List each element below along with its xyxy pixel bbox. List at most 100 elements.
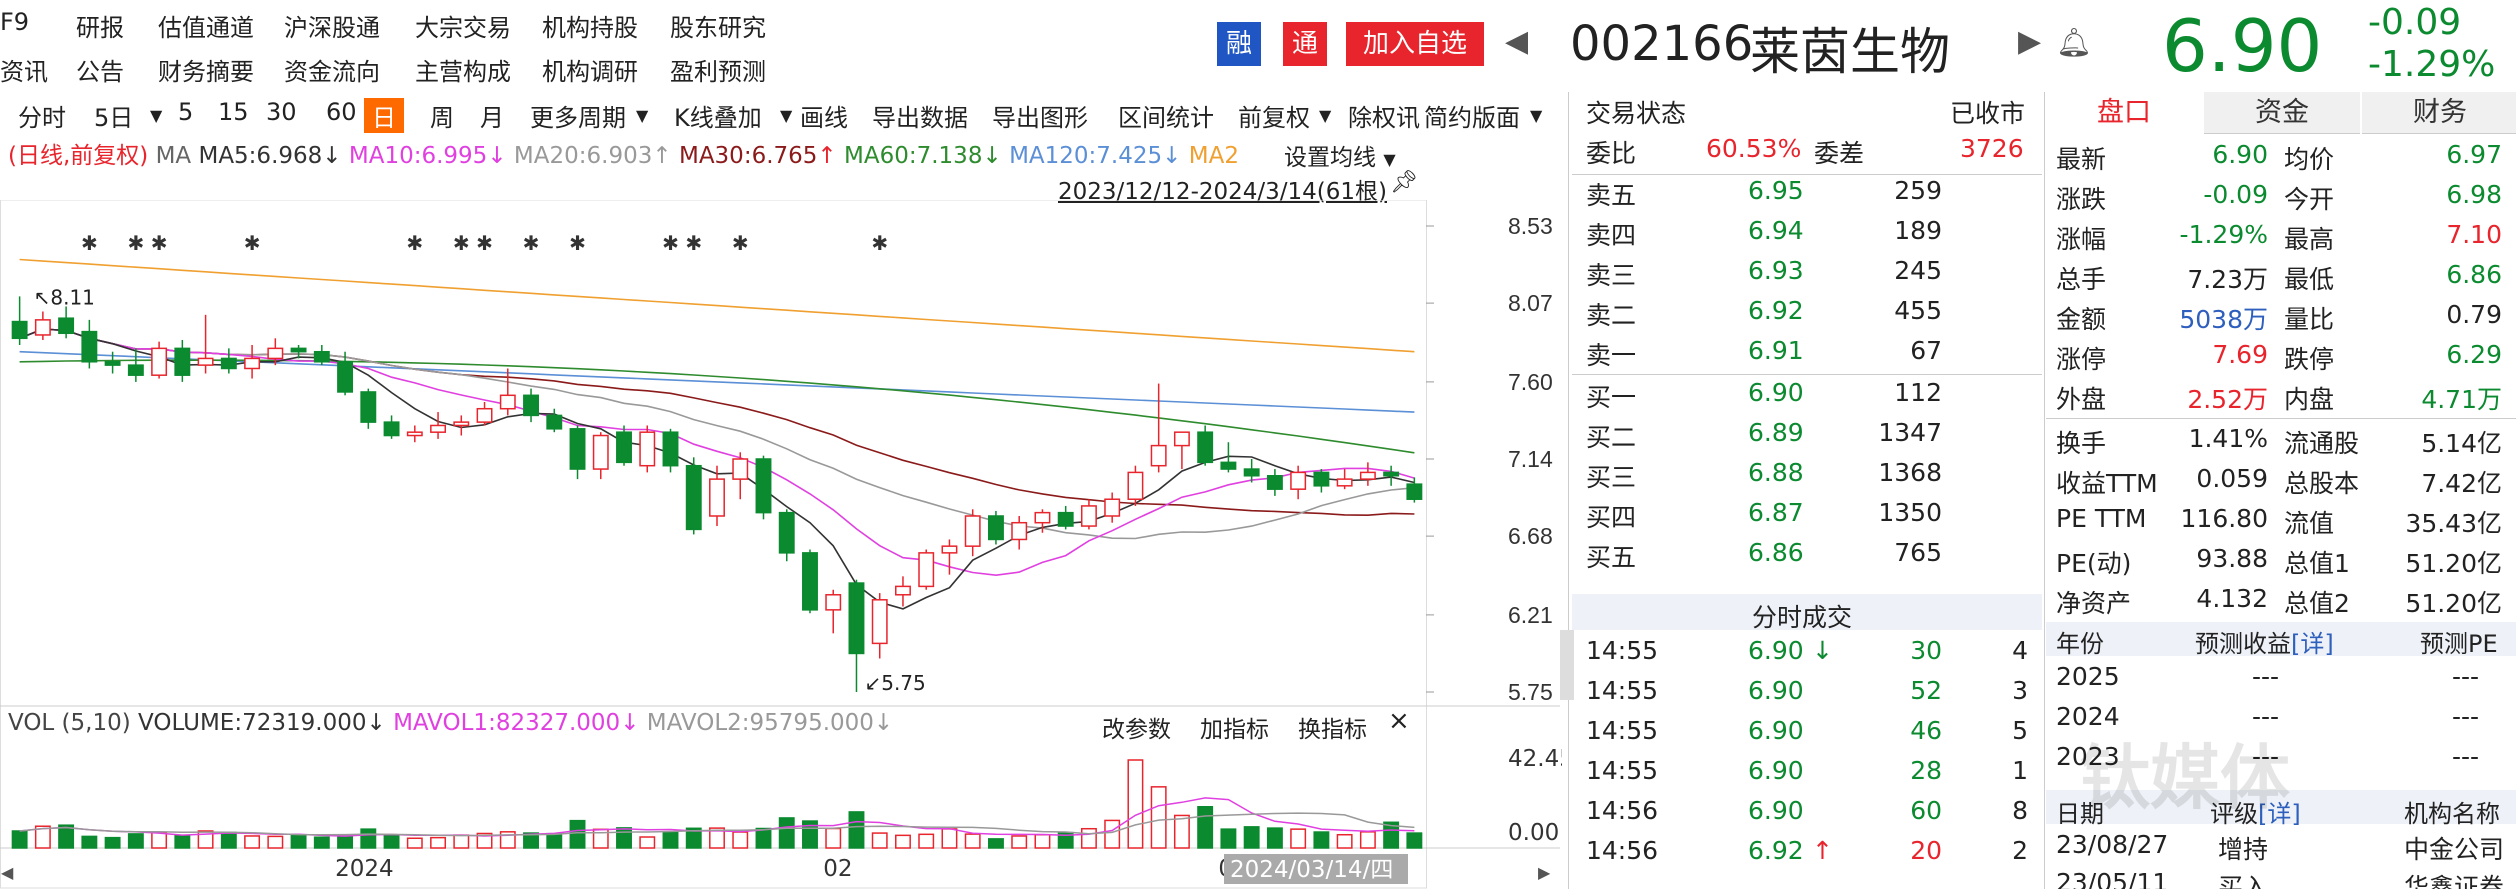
top-menu-item[interactable]: 研报 xyxy=(76,8,124,43)
top-menu-item[interactable]: 公告 xyxy=(76,52,124,87)
toolbar-item[interactable]: 5 xyxy=(178,98,193,126)
buy-row-label: 买二 xyxy=(1586,423,1637,452)
toolbar-item[interactable]: 导出数据 xyxy=(872,98,968,133)
next-stock-icon[interactable]: ▶ xyxy=(2018,24,2041,59)
margin-tag[interactable]: 融 xyxy=(1217,22,1261,66)
quote-value: 1.41% xyxy=(2188,424,2268,453)
volume-bar xyxy=(151,831,168,849)
tick-volume: 46 xyxy=(1910,716,1942,745)
buy-row-price[interactable]: 6.87 xyxy=(1748,498,1804,527)
tick-time: 14:56 xyxy=(1586,836,1659,865)
buy-row-volume: 112 xyxy=(1894,378,1942,407)
price-tick-label: 7.14 xyxy=(1508,446,1553,472)
switch-indicator-button[interactable]: 换指标 xyxy=(1298,710,1367,744)
collapse-handle[interactable] xyxy=(1560,630,1574,700)
candlestick-chart[interactable]: 8.538.077.607.146.686.215.75✱ ✱ ✱ ✱ ✱ ✱ ✱ ✱ ✱ ✱ ✱ ✱… xyxy=(0,200,1562,889)
quote-label: 流通股 xyxy=(2284,429,2360,458)
top-menu-item[interactable]: 资讯 xyxy=(0,52,48,87)
quote-label: 量比 xyxy=(2284,305,2335,334)
edit-params-button[interactable]: 改参数 xyxy=(1102,710,1171,744)
candle-body xyxy=(11,320,28,340)
buy-row-price[interactable]: 6.89 xyxy=(1748,418,1804,447)
toolbar-item[interactable]: 30 xyxy=(266,98,297,126)
toolbar-item[interactable]: 导出图形 xyxy=(992,98,1088,133)
toolbar-item[interactable]: 简约版面 xyxy=(1424,98,1520,133)
toolbar-item[interactable]: 除权讯 xyxy=(1348,98,1420,133)
volume-tick-label: 0.00 xyxy=(1508,820,1559,846)
top-menu-item[interactable]: 股东研究 xyxy=(670,8,766,43)
top-menu-item[interactable]: 机构调研 xyxy=(542,52,638,87)
candle-body xyxy=(1034,511,1051,524)
top-menu-item[interactable]: 资金流向 xyxy=(284,52,380,87)
top-menu-item[interactable]: 估值通道 xyxy=(158,8,254,43)
add-indicator-button[interactable]: 加指标 xyxy=(1200,710,1269,744)
tab-funds[interactable]: 资金 xyxy=(2204,92,2360,134)
commission-diff-label: 委差 xyxy=(1814,139,1865,168)
toolbar-item[interactable]: 画线 xyxy=(800,98,848,133)
toolbar-item[interactable]: 月 xyxy=(480,98,504,133)
tick-count: 1 xyxy=(2012,756,2028,785)
bell-icon[interactable]: 🔔︎ xyxy=(2056,26,2092,59)
candle-body xyxy=(987,515,1004,541)
connect-tag[interactable]: 通 xyxy=(1283,22,1327,66)
add-watchlist-button[interactable]: 加入自选 xyxy=(1346,22,1484,66)
volume-bar xyxy=(825,827,842,849)
quote-label: 今开 xyxy=(2284,185,2335,214)
toolbar-item[interactable]: K线叠加 xyxy=(674,98,762,133)
top-menu-item[interactable]: 机构持股 xyxy=(542,8,638,43)
toolbar-item[interactable]: 区间统计 xyxy=(1118,98,1214,133)
top-menu-item[interactable]: 沪深股通 xyxy=(284,8,380,43)
candle-body xyxy=(174,347,191,376)
sell-row-price[interactable]: 6.95 xyxy=(1748,176,1804,205)
mode-label: (日线,前复权) xyxy=(8,143,149,169)
close-icon[interactable]: × xyxy=(1388,706,1410,736)
volume-bar xyxy=(918,833,935,849)
quote-value: 35.43亿 xyxy=(2405,509,2502,538)
buy-row-volume: 1350 xyxy=(1878,498,1942,527)
forecast-detail-link[interactable]: [详] xyxy=(2291,630,2334,658)
sell-row-price[interactable]: 6.92 xyxy=(1748,296,1804,325)
high-label: ↖8.11 xyxy=(34,285,95,309)
candle-body xyxy=(34,319,51,336)
set-ma-button[interactable]: 设置均线 ▼ xyxy=(1280,138,1400,172)
buy-row-price[interactable]: 6.86 xyxy=(1748,538,1804,567)
candle-body xyxy=(755,458,772,514)
top-menu-item[interactable]: 主营构成 xyxy=(415,52,511,87)
toolbar-item[interactable]: 分时 xyxy=(18,98,66,133)
top-menu-item[interactable]: 财务摘要 xyxy=(158,52,254,87)
buy-row-price[interactable]: 6.90 xyxy=(1748,378,1804,407)
toolbar-item[interactable]: 更多周期 xyxy=(530,98,626,133)
toolbar-item[interactable]: 15 xyxy=(218,98,249,126)
rating-org: 华鑫证券 xyxy=(2404,873,2505,889)
x-axis-label: 02 xyxy=(823,856,852,882)
sell-row-price[interactable]: 6.91 xyxy=(1748,336,1804,365)
volume-bar xyxy=(895,834,911,849)
sell-row-price[interactable]: 6.93 xyxy=(1748,256,1804,285)
pin-icon[interactable]: 📌︎ xyxy=(1390,170,1418,195)
sell-row-price[interactable]: 6.94 xyxy=(1748,216,1804,245)
candle-body xyxy=(941,545,958,554)
volume-bar xyxy=(1150,786,1167,849)
top-menu-item[interactable]: 大宗交易 xyxy=(415,8,511,43)
toolbar-item[interactable]: 5日 xyxy=(94,98,133,133)
quote-label: 换手 xyxy=(2056,429,2107,458)
top-menu-item[interactable]: F9 xyxy=(0,8,29,36)
top-menu-item[interactable]: 盈利预测 xyxy=(670,52,766,87)
toolbar-item[interactable]: 60 xyxy=(326,98,357,126)
toolbar-item[interactable]: 周 xyxy=(430,98,454,133)
toolbar-item[interactable]: 前复权 xyxy=(1238,98,1310,133)
volume-bar xyxy=(1406,832,1423,849)
volume-bar xyxy=(1313,831,1330,849)
candle-body xyxy=(499,394,516,410)
divider xyxy=(1572,374,2042,375)
tab-quote[interactable]: 盘口 xyxy=(2046,92,2202,134)
volume-bar xyxy=(383,834,400,849)
prev-stock-icon[interactable]: ◀ xyxy=(1505,24,1528,59)
candle-body xyxy=(732,458,749,480)
volume-bar xyxy=(313,836,330,849)
candle-body xyxy=(58,317,75,335)
buy-row-price[interactable]: 6.88 xyxy=(1748,458,1804,487)
ma30-value: MA30:6.765 xyxy=(678,143,818,169)
tab-finance[interactable]: 财务 xyxy=(2362,92,2516,134)
toolbar-item[interactable]: 日 xyxy=(364,98,404,133)
